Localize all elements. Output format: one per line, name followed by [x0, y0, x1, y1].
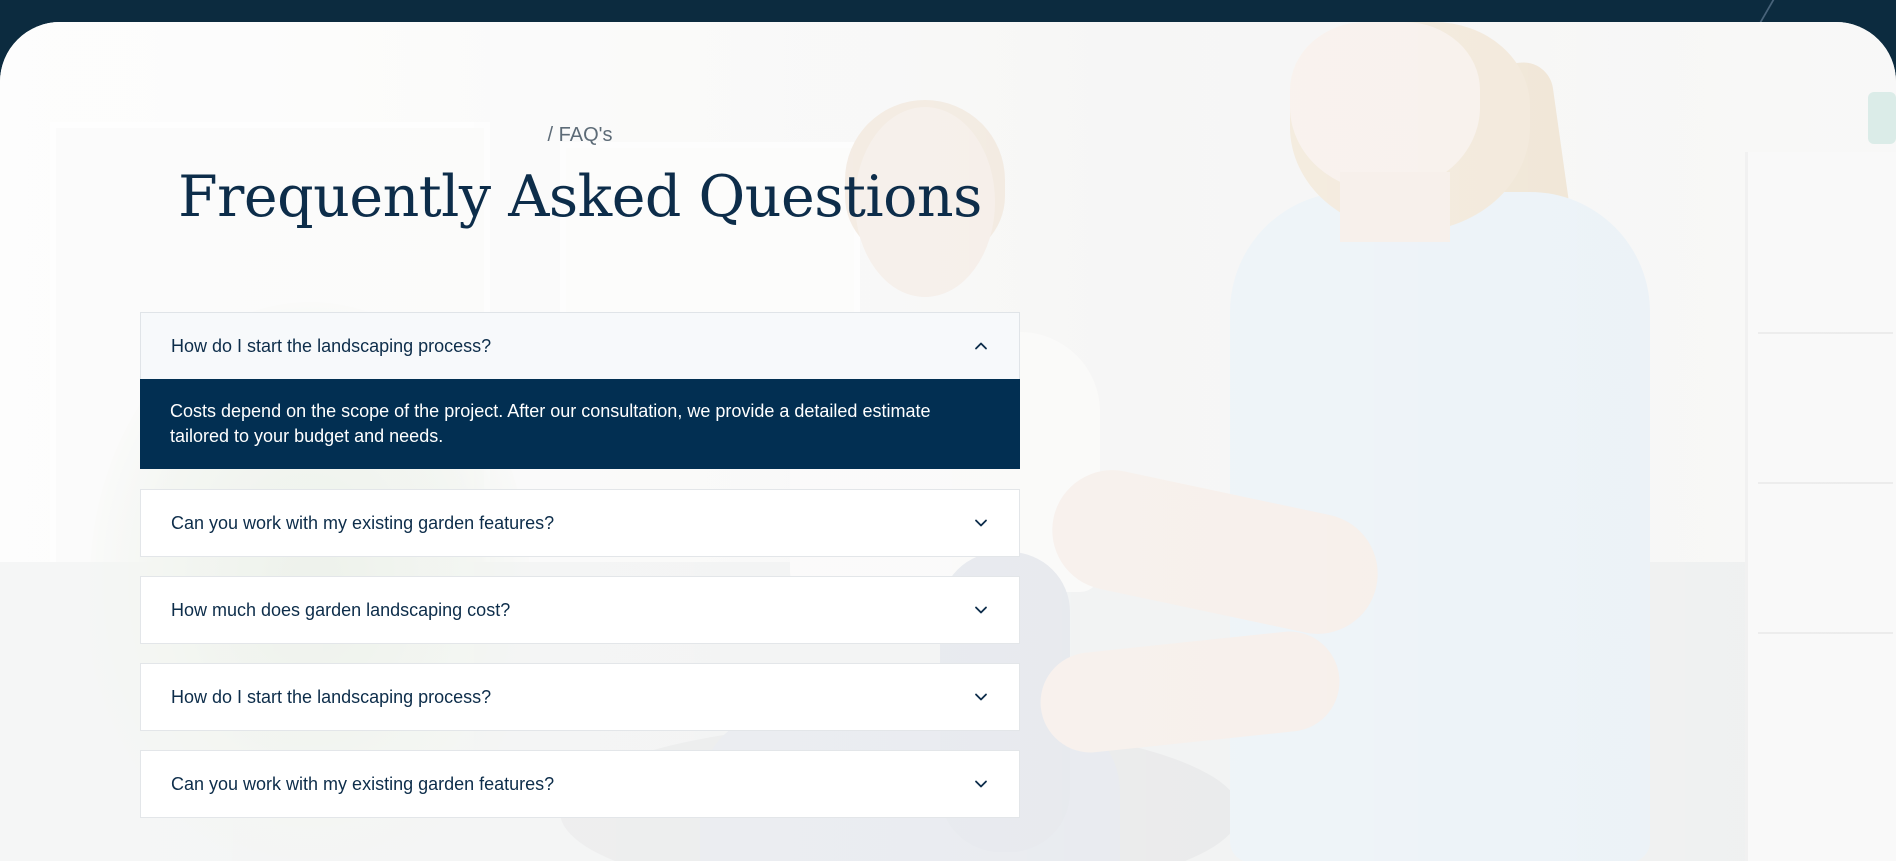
faq-question-text: How do I start the landscaping process? — [171, 686, 492, 707]
chevron-down-icon[interactable] — [973, 515, 989, 531]
decorative-slash — [1759, 0, 1775, 22]
section-eyebrow: / FAQ's — [547, 124, 613, 146]
faq-question-4[interactable]: How do I start the landscaping process? — [141, 664, 1019, 730]
faq-question-1[interactable]: How do I start the landscaping process? — [141, 313, 1019, 379]
faq-item-4: How do I start the landscaping process? — [140, 663, 1020, 731]
faq-answer-1: Costs depend on the scope of the project… — [140, 379, 1020, 469]
faq-item-1: How do I start the landscaping process? … — [140, 312, 1020, 469]
faq-question-text: How do I start the landscaping process? — [171, 335, 492, 356]
faq-question-text: Can you work with my existing garden fea… — [171, 773, 555, 794]
chevron-down-icon[interactable] — [973, 689, 989, 705]
faq-question-2[interactable]: Can you work with my existing garden fea… — [141, 490, 1019, 556]
page-title: Frequently Asked Questions — [178, 164, 982, 230]
chevron-down-icon[interactable] — [973, 776, 989, 792]
faq-question-text: Can you work with my existing garden fea… — [171, 512, 555, 533]
faq-question-text: How much does garden landscaping cost? — [171, 599, 511, 620]
top-header-bar — [0, 0, 1896, 22]
chevron-down-icon[interactable] — [973, 602, 989, 618]
chevron-up-icon[interactable] — [973, 338, 989, 354]
faq-item-3: How much does garden landscaping cost? — [140, 576, 1020, 644]
faq-question-3[interactable]: How much does garden landscaping cost? — [141, 577, 1019, 643]
faq-question-5[interactable]: Can you work with my existing garden fea… — [141, 751, 1019, 817]
faq-section: / FAQ's Frequently Asked Questions How d… — [0, 22, 1896, 861]
faq-item-5: Can you work with my existing garden fea… — [140, 750, 1020, 818]
faq-item-2: Can you work with my existing garden fea… — [140, 489, 1020, 557]
